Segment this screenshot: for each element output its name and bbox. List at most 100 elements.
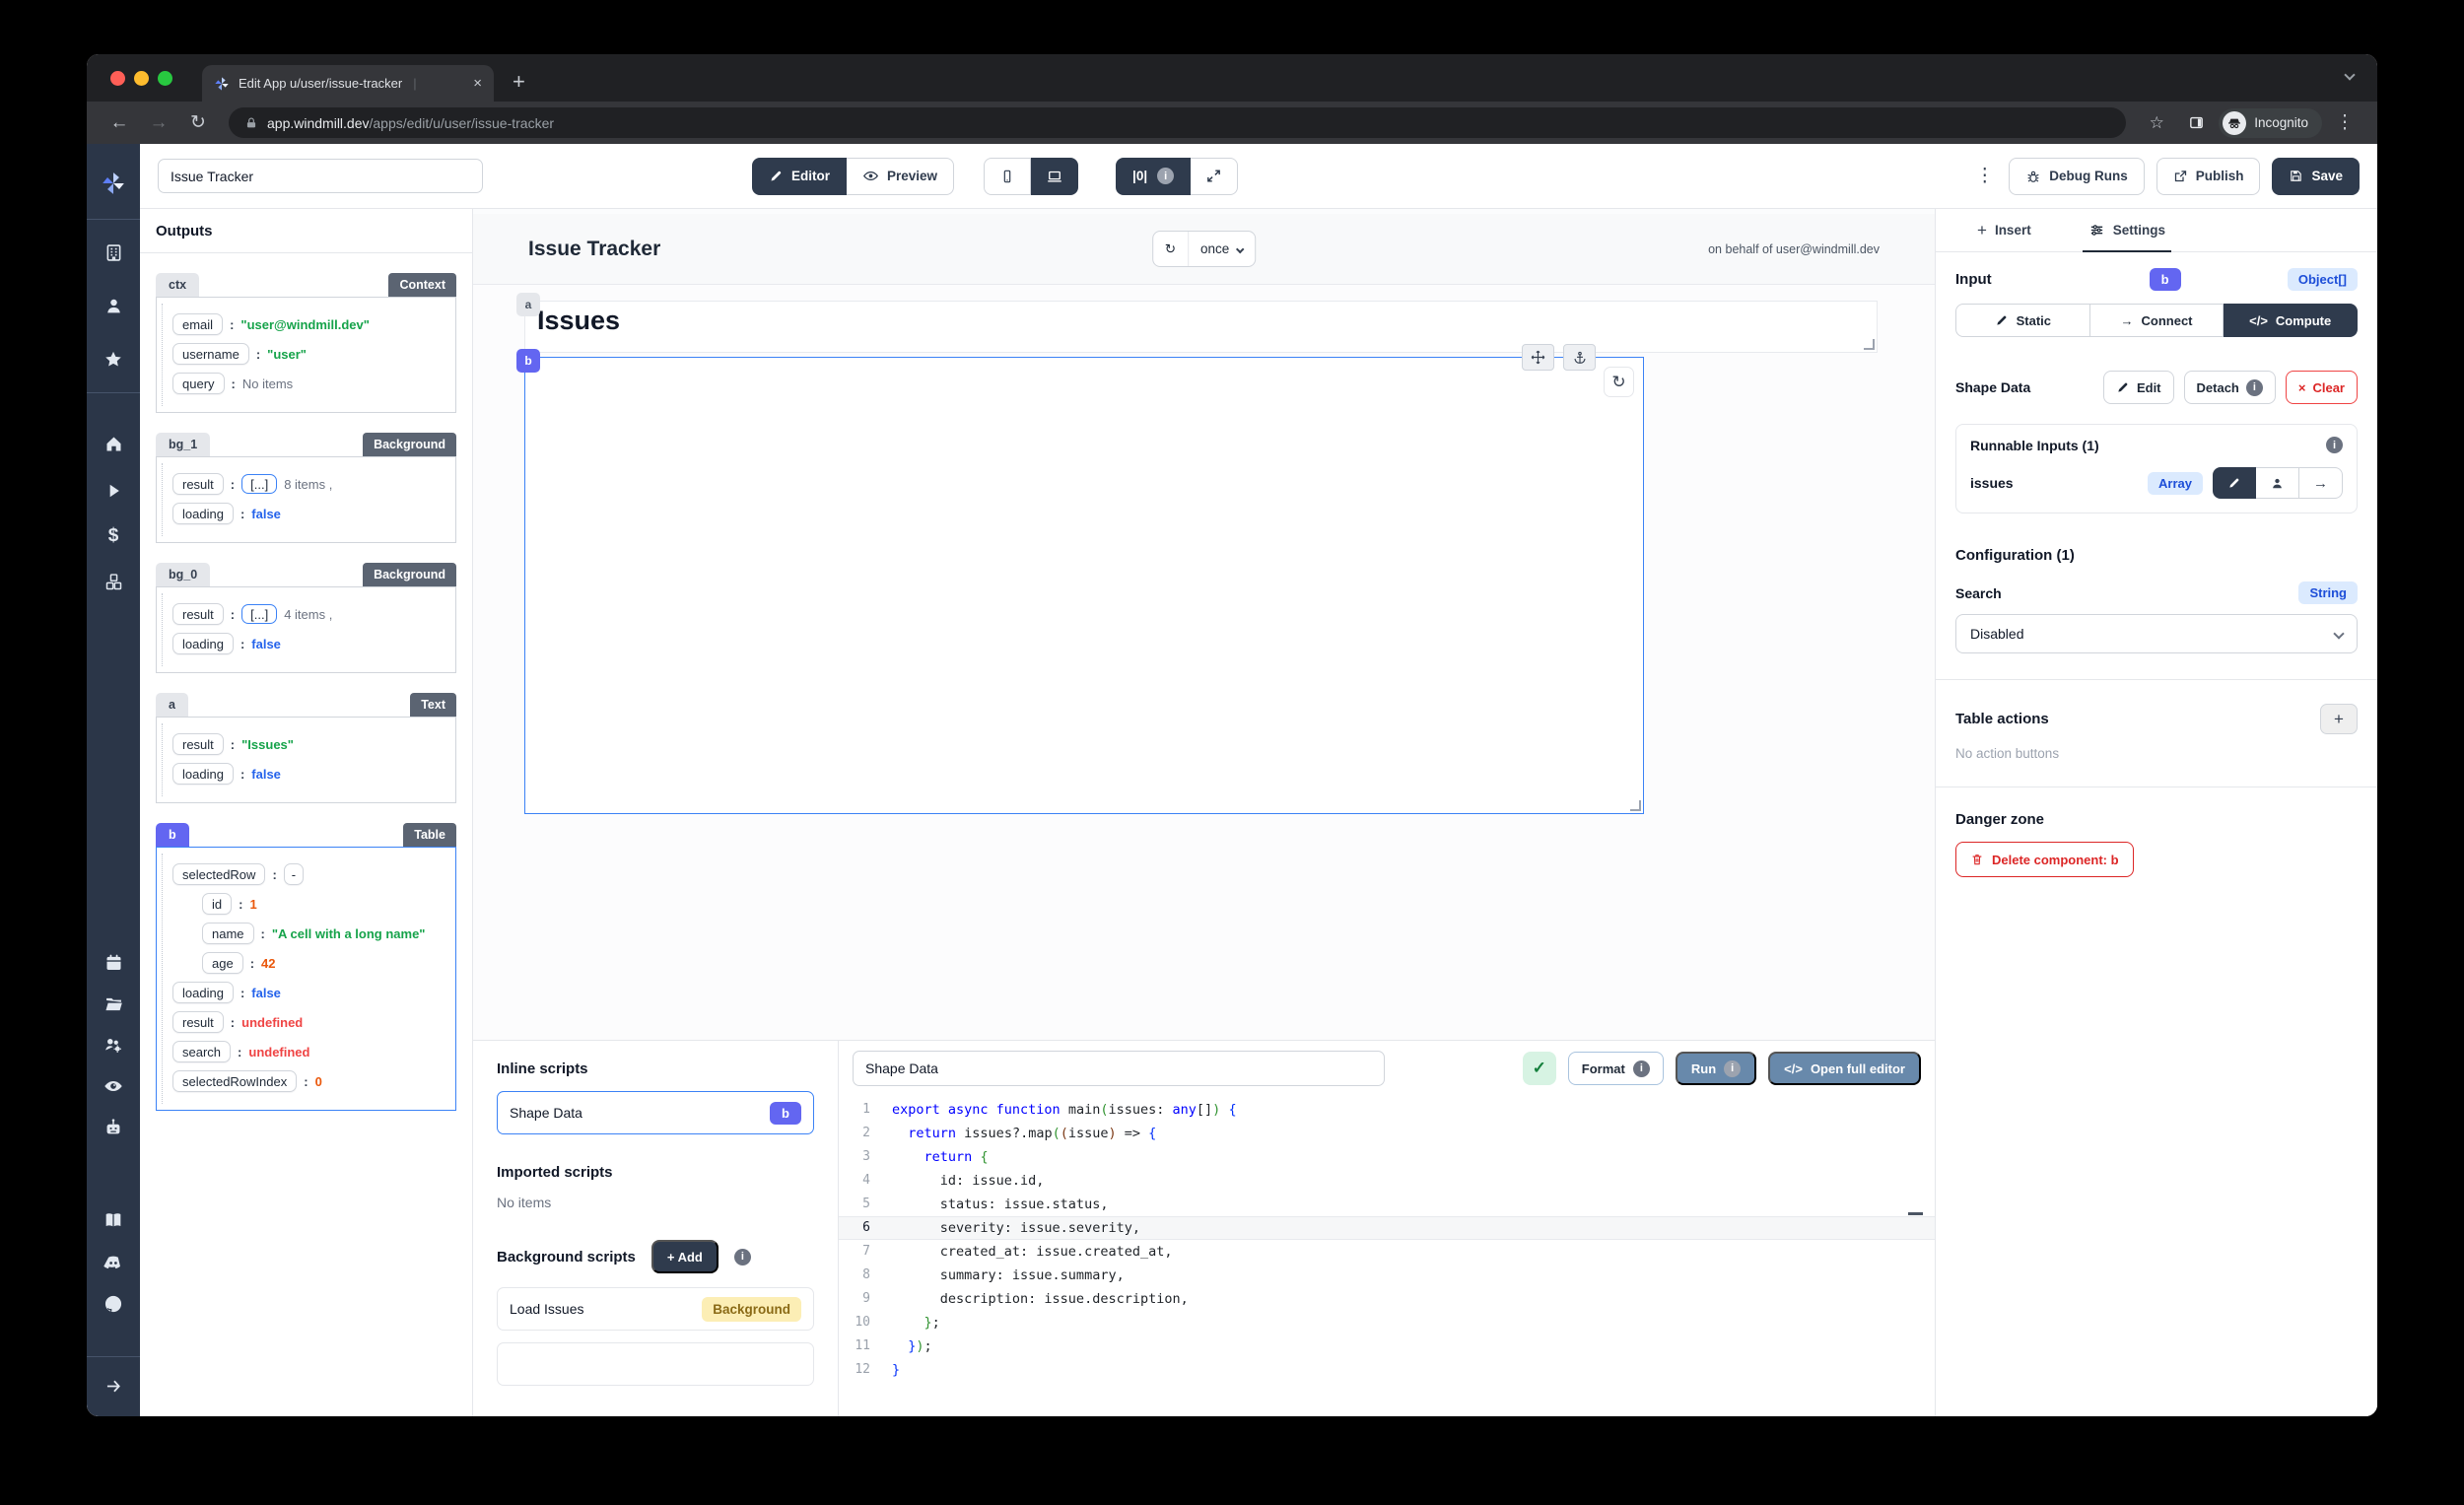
info-icon[interactable]: i xyxy=(1157,168,1174,184)
static-mode-button[interactable]: Static xyxy=(1955,304,2090,337)
code-line[interactable]: 9 description: issue.description, xyxy=(839,1287,1935,1311)
forward-icon[interactable]: → xyxy=(142,106,175,140)
code-editor[interactable]: 1export async function main(issues: any[… xyxy=(839,1094,1935,1416)
output-card-bg0[interactable]: bg_0 Background result:[...]4 items , lo… xyxy=(156,563,456,673)
output-card-a[interactable]: a Text result:"Issues" loading:false xyxy=(156,693,456,803)
code-line[interactable]: 3 return { xyxy=(839,1145,1935,1169)
collapse-toggle[interactable]: - xyxy=(284,863,304,885)
resources-cubes-icon[interactable] xyxy=(87,568,140,595)
code-line[interactable]: 7 created_at: issue.created_at, xyxy=(839,1240,1935,1264)
compute-mode-button[interactable]: </> Compute xyxy=(2224,304,2358,337)
fullscreen-button[interactable] xyxy=(1191,158,1238,195)
app-name-input[interactable] xyxy=(158,159,483,193)
code-line[interactable]: 4 id: issue.id, xyxy=(839,1169,1935,1193)
edit-runnable-button[interactable]: Edit xyxy=(2103,371,2174,404)
array-expand-pill[interactable]: [...] xyxy=(241,474,277,494)
tab-settings[interactable]: Settings xyxy=(2088,209,2165,251)
close-tab-icon[interactable]: × xyxy=(473,75,482,92)
user-icon[interactable] xyxy=(87,292,140,319)
output-id-chip[interactable]: ctx xyxy=(156,273,199,297)
save-button[interactable]: Save xyxy=(2272,158,2360,195)
output-row[interactable]: id:1 xyxy=(202,893,445,915)
search-select[interactable]: Disabled xyxy=(1955,614,2358,653)
mobile-view-button[interactable] xyxy=(984,158,1031,195)
editor-mode-button[interactable]: Editor xyxy=(752,158,847,195)
output-row[interactable]: loading:false xyxy=(172,982,445,1003)
discord-icon[interactable] xyxy=(87,1249,140,1276)
arg-user-button[interactable] xyxy=(2256,467,2299,499)
script-name-input[interactable] xyxy=(853,1051,1385,1086)
minimize-window-button[interactable] xyxy=(134,71,149,86)
anchor-handle-icon[interactable] xyxy=(1563,344,1596,371)
refresh-button[interactable]: ↻ xyxy=(1153,232,1188,266)
output-row[interactable]: result:"Issues" xyxy=(172,733,445,755)
docs-book-icon[interactable] xyxy=(87,1206,140,1234)
close-window-button[interactable] xyxy=(110,71,125,86)
favorites-star-icon[interactable] xyxy=(87,346,140,374)
output-card-bg1[interactable]: bg_1 Background result:[...]8 items , lo… xyxy=(156,433,456,543)
debug-runs-button[interactable]: Debug Runs xyxy=(2009,158,2145,195)
detach-button[interactable]: Detachi xyxy=(2184,371,2276,404)
output-row[interactable]: selectedRow:- xyxy=(172,863,445,885)
background-script-item-clipped[interactable] xyxy=(497,1342,814,1386)
component-refresh-icon[interactable]: ↻ xyxy=(1604,367,1634,397)
arg-static-button[interactable] xyxy=(2213,467,2256,499)
code-line[interactable]: 10 }; xyxy=(839,1311,1935,1334)
background-script-item[interactable]: Load Issues Background xyxy=(497,1287,814,1331)
bookmark-star-icon[interactable]: ☆ xyxy=(2140,106,2173,140)
component-id-chip[interactable]: a xyxy=(516,293,540,316)
runs-play-icon[interactable] xyxy=(87,477,140,505)
output-row[interactable]: age:42 xyxy=(202,952,445,974)
info-icon[interactable]: i xyxy=(2326,437,2343,453)
back-icon[interactable]: ← xyxy=(103,106,136,140)
info-icon[interactable]: i xyxy=(734,1249,751,1266)
output-id-chip[interactable]: bg_1 xyxy=(156,433,210,456)
connect-mode-button[interactable]: → Connect xyxy=(2090,304,2224,337)
output-row[interactable]: loading:false xyxy=(172,503,445,524)
text-component-a[interactable]: a Issues xyxy=(524,301,1878,353)
desktop-view-button[interactable] xyxy=(1031,158,1078,195)
output-row[interactable]: name:"A cell with a long name" xyxy=(202,923,445,944)
output-id-chip[interactable]: bg_0 xyxy=(156,563,210,586)
output-row[interactable]: loading:false xyxy=(172,633,445,654)
browser-menu-kebab-icon[interactable]: ⋮ xyxy=(2328,106,2361,140)
output-row[interactable]: selectedRowIndex:0 xyxy=(172,1070,445,1092)
component-id-chip[interactable]: b xyxy=(516,349,540,373)
add-action-button[interactable]: + xyxy=(2320,704,2358,734)
array-expand-pill[interactable]: [...] xyxy=(241,604,277,624)
code-line[interactable]: 11 }); xyxy=(839,1334,1935,1358)
output-row[interactable]: result:[...]8 items , xyxy=(172,473,445,495)
new-tab-button[interactable]: + xyxy=(513,69,525,95)
address-bar[interactable]: app.windmill.dev/apps/edit/u/user/issue-… xyxy=(229,107,2126,138)
output-row[interactable]: username:"user" xyxy=(172,343,445,365)
side-panel-icon[interactable] xyxy=(2179,106,2213,140)
groups-users-gear-icon[interactable] xyxy=(87,1031,140,1059)
code-line[interactable]: 8 summary: issue.summary, xyxy=(839,1264,1935,1287)
schedule-select[interactable]: once xyxy=(1188,232,1255,266)
arg-connect-button[interactable]: → xyxy=(2299,467,2343,499)
output-row[interactable]: query:No items xyxy=(172,373,445,394)
open-full-editor-button[interactable]: </> Open full editor xyxy=(1768,1052,1921,1085)
output-row[interactable]: loading:false xyxy=(172,763,445,785)
tab-search-chevron-icon[interactable] xyxy=(2344,69,2355,80)
code-line[interactable]: 1export async function main(issues: any[… xyxy=(839,1098,1935,1122)
format-button[interactable]: Formati xyxy=(1568,1052,1664,1085)
code-line[interactable]: 2 return issues?.map((issue) => { xyxy=(839,1122,1935,1145)
add-background-script-button[interactable]: + Add xyxy=(651,1240,719,1273)
output-id-chip[interactable]: b xyxy=(156,823,189,847)
ai-robot-icon[interactable] xyxy=(87,1114,140,1141)
output-row[interactable]: search:undefined xyxy=(172,1041,445,1062)
code-line[interactable]: 5 status: issue.status, xyxy=(839,1193,1935,1216)
github-icon[interactable] xyxy=(87,1290,140,1318)
reload-icon[interactable]: ↻ xyxy=(181,106,215,140)
publish-button[interactable]: Publish xyxy=(2156,158,2261,195)
output-id-chip[interactable]: a xyxy=(156,693,188,717)
inline-script-item[interactable]: Shape Data b xyxy=(497,1091,814,1134)
tab-insert[interactable]: + Insert xyxy=(1977,209,2031,251)
browser-tab[interactable]: Edit App u/user/issue-tracker | × xyxy=(202,65,494,102)
code-line[interactable]: 6 severity: issue.severity, xyxy=(839,1216,1935,1240)
output-row[interactable]: result:undefined xyxy=(172,1011,445,1033)
folders-icon[interactable] xyxy=(87,990,140,1017)
delete-component-button[interactable]: Delete component: b xyxy=(1955,842,2134,877)
output-card-ctx[interactable]: ctx Context email:"user@windmill.dev" us… xyxy=(156,273,456,413)
